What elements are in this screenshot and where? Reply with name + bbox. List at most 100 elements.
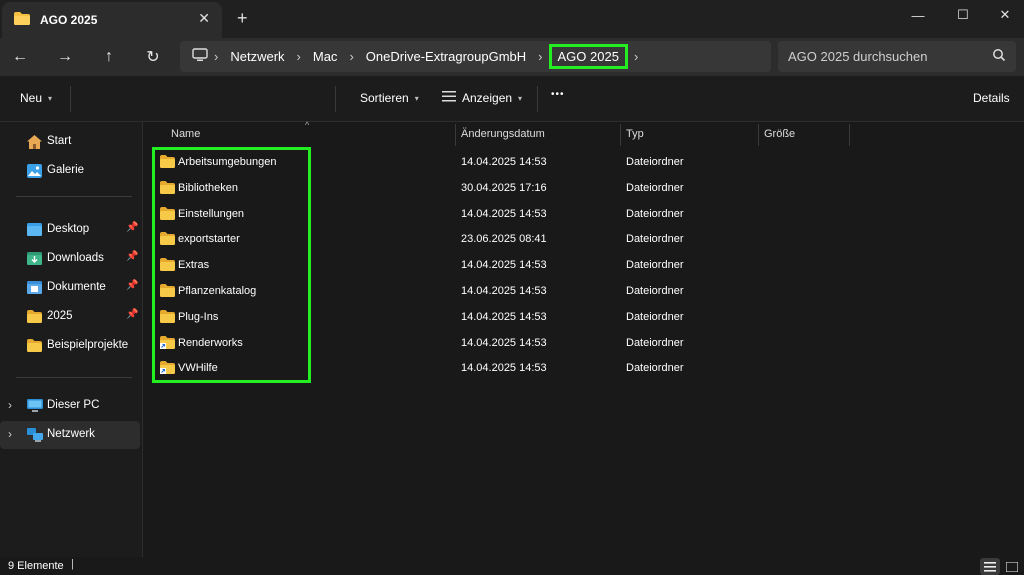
tiles-view-icon[interactable]: [1002, 558, 1022, 575]
sidebar-item-label: 2025: [47, 310, 73, 322]
view-button[interactable]: Anzeigen ▾: [442, 91, 522, 105]
search-box[interactable]: AGO 2025 durchsuchen: [778, 41, 1016, 72]
table-row[interactable]: Bibliotheken 30.04.2025 17:16 Dateiordner: [144, 175, 1024, 201]
minimize-button[interactable]: —: [898, 3, 938, 27]
file-type: Dateiordner: [626, 207, 684, 220]
file-type: Dateiordner: [626, 181, 684, 194]
item-count: 9 Elemente: [8, 560, 64, 572]
folder-icon: [160, 258, 175, 274]
chevron-right-icon[interactable]: ›: [532, 49, 548, 64]
file-date: 30.04.2025 17:16: [461, 181, 547, 194]
folder-icon: [160, 309, 175, 326]
file-name: exportstarter: [178, 233, 240, 246]
column-separator[interactable]: [849, 124, 850, 146]
sidebar-item-label: Dieser PC: [47, 399, 100, 411]
sidebar-item-start[interactable]: Start: [0, 128, 140, 156]
table-row[interactable]: VWHilfe 14.04.2025 14:53 Dateiordner: [144, 355, 1024, 381]
home-icon: [27, 135, 42, 152]
back-button[interactable]: ←: [7, 44, 33, 70]
search-input[interactable]: AGO 2025 durchsuchen: [788, 49, 927, 64]
chevron-right-icon[interactable]: ›: [208, 49, 224, 64]
new-tab-button[interactable]: +: [237, 8, 248, 29]
file-date: 14.04.2025 14:53: [461, 259, 547, 272]
new-label: Neu: [20, 91, 43, 105]
sidebar-item-label: Netzwerk: [47, 428, 95, 440]
command-bar: Neu ▾ Sortieren ▾ Anzeigen ▾ ••• Details: [0, 76, 1024, 122]
downloads-folder-icon: [27, 252, 42, 268]
breadcrumb-current[interactable]: AGO 2025: [548, 44, 628, 69]
table-row[interactable]: Extras 14.04.2025 14:53 Dateiordner: [144, 252, 1024, 278]
table-row[interactable]: Arbeitsumgebungen 14.04.2025 14:53 Dateior…: [144, 149, 1024, 175]
forward-button[interactable]: →: [52, 44, 78, 70]
details-view-icon[interactable]: [980, 558, 1000, 575]
network-icon: [27, 428, 43, 445]
breadcrumb-mac[interactable]: Mac: [307, 49, 344, 64]
search-icon[interactable]: [992, 48, 1006, 65]
pin-icon[interactable]: 📌: [126, 309, 138, 320]
address-bar[interactable]: › Netzwerk › Mac › OneDrive-ExtragroupGm…: [180, 41, 771, 72]
close-tab-icon[interactable]: ✕: [198, 10, 210, 27]
chevron-right-icon[interactable]: ›: [8, 398, 12, 412]
table-row[interactable]: Einstellungen 14.04.2025 14:53 Dateiordner: [144, 201, 1024, 227]
documents-folder-icon: [27, 281, 42, 297]
pin-icon[interactable]: 📌: [126, 222, 138, 233]
sidebar-item-desktop[interactable]: Desktop 📌: [0, 216, 140, 244]
table-row[interactable]: exportstarter 23.06.2025 08:41 Dateiordner: [144, 226, 1024, 252]
file-name: Pflanzenkatalog: [178, 285, 257, 297]
sidebar-item-dokumente[interactable]: Dokumente 📌: [0, 274, 140, 302]
details-button[interactable]: Details: [973, 91, 1010, 105]
file-date: 23.06.2025 08:41: [461, 233, 547, 246]
column-separator[interactable]: [455, 124, 456, 146]
column-header-type[interactable]: Typ: [626, 122, 644, 145]
file-type: Dateiordner: [626, 336, 684, 349]
more-options-button[interactable]: •••: [551, 89, 565, 100]
chevron-right-icon[interactable]: ›: [628, 49, 644, 64]
pin-icon[interactable]: 📌: [126, 251, 138, 262]
file-type: Dateiordner: [626, 285, 684, 297]
file-type: Dateiordner: [626, 310, 684, 323]
chevron-right-icon[interactable]: ›: [343, 49, 359, 64]
table-row[interactable]: Pflanzenkatalog 14.04.2025 14:53 Dateiordn…: [144, 278, 1024, 304]
computer-icon[interactable]: [192, 48, 208, 65]
sidebar-item-label: Downloads: [47, 252, 104, 264]
file-date: 14.04.2025 14:53: [461, 362, 547, 375]
column-separator[interactable]: [620, 124, 621, 146]
file-date: 14.04.2025 14:53: [461, 207, 547, 220]
sidebar-item-netzwerk[interactable]: › Netzwerk: [0, 421, 140, 449]
up-button[interactable]: ↑: [96, 44, 122, 70]
sidebar-item-downloads[interactable]: Downloads 📌: [0, 245, 140, 273]
sidebar-item-label: Desktop: [47, 223, 90, 235]
sidebar-item-galerie[interactable]: Galerie: [0, 157, 140, 185]
folder-icon: [160, 155, 175, 171]
folder-shortcut-icon: [160, 361, 175, 377]
column-header-name[interactable]: Name: [171, 122, 200, 145]
sidebar-divider: [16, 377, 132, 378]
folder-icon: [27, 339, 42, 355]
breadcrumb-onedrive[interactable]: OneDrive-ExtragroupGmbH: [360, 49, 532, 64]
sort-button[interactable]: Sortieren ▾: [360, 91, 419, 105]
folder-shortcut-icon: [160, 335, 175, 352]
chevron-right-icon[interactable]: ›: [8, 427, 12, 441]
chevron-right-icon[interactable]: ›: [291, 49, 307, 64]
file-name: Einstellungen: [178, 207, 245, 220]
sidebar-item-beispielprojekte[interactable]: Beispielprojekte: [0, 332, 140, 360]
tab-ago-2025[interactable]: AGO 2025 ✕: [2, 2, 222, 38]
folder-icon: [160, 232, 175, 248]
column-header-date[interactable]: Änderungsdatum: [461, 122, 545, 145]
file-date: 14.04.2025 14:53: [461, 336, 547, 349]
maximize-button[interactable]: ☐: [943, 3, 983, 27]
table-row[interactable]: Renderworks 14.04.2025 14:53 Dateiordner: [144, 330, 1024, 356]
new-button[interactable]: Neu ▾: [20, 91, 52, 105]
refresh-button[interactable]: ↻: [140, 44, 166, 70]
close-window-button[interactable]: ✕: [985, 3, 1024, 27]
gallery-icon: [27, 164, 42, 181]
column-separator[interactable]: [758, 124, 759, 146]
title-bar: AGO 2025 ✕ + — ☐ ✕: [0, 0, 1024, 38]
file-type: Dateiordner: [626, 233, 684, 246]
sidebar-item-dieser-pc[interactable]: › Dieser PC: [0, 392, 140, 420]
column-header-size[interactable]: Größe: [764, 122, 795, 145]
pin-icon[interactable]: 📌: [126, 280, 138, 291]
table-row[interactable]: Plug-Ins 14.04.2025 14:53 Dateiordner: [144, 304, 1024, 330]
breadcrumb-netzwerk[interactable]: Netzwerk: [224, 49, 290, 64]
sidebar-item-2025[interactable]: 2025 📌: [0, 303, 140, 331]
